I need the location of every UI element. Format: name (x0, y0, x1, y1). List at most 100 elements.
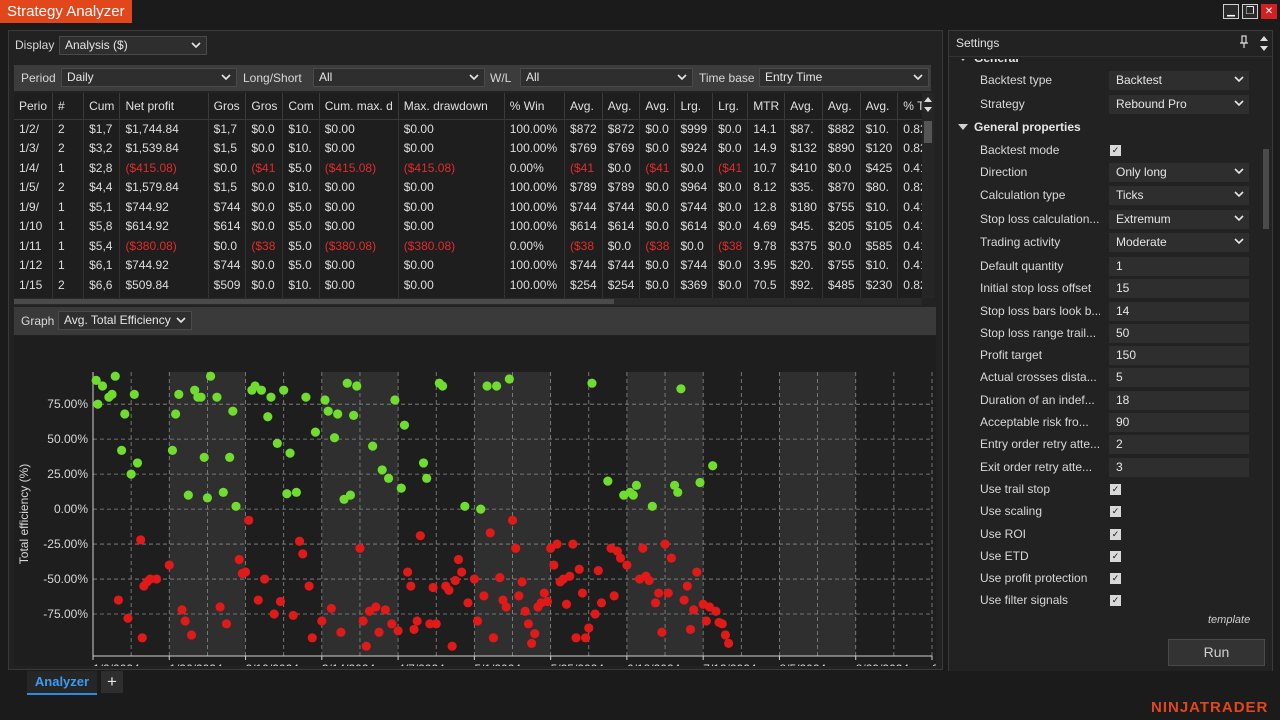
chevron-down-icon (221, 74, 231, 81)
scroll-down-icon[interactable] (924, 107, 932, 113)
column-header[interactable]: Lrg. (674, 93, 714, 120)
scroll-up-icon[interactable] (924, 96, 932, 102)
expand-triangle-icon[interactable] (958, 59, 968, 61)
timebase-select[interactable]: Entry Time (759, 68, 929, 87)
column-header[interactable]: Cum (83, 93, 121, 120)
settings-value: Rebound Pro (1116, 96, 1187, 111)
settings-row: Actual crosses dista... 5 (949, 366, 1259, 388)
period-select[interactable]: Daily (61, 68, 237, 87)
settings-select[interactable]: Ticks (1109, 186, 1249, 206)
settings-select[interactable]: Backtest (1109, 71, 1249, 91)
settings-input[interactable]: 1 (1109, 256, 1249, 276)
data-point (291, 487, 301, 497)
settings-input[interactable]: 15 (1109, 279, 1249, 299)
wl-select[interactable]: All (520, 68, 693, 87)
column-header[interactable]: Perio (14, 93, 54, 120)
column-header[interactable]: Net profit (119, 93, 209, 120)
table-row[interactable]: 1/4/1 $2,8 ($415.08) $0.0 ($41 $5.0 ($415.08)(… (14, 158, 934, 178)
table-row[interactable]: 1/12 1 $6,1 $744.92 $744 $0.0 $5.0 $0.00 $0.00 10… (14, 255, 934, 275)
column-header[interactable]: MTR (747, 93, 786, 120)
minimize-icon[interactable]: ▁ (1223, 4, 1239, 19)
settings-select[interactable]: Rebound Pro (1109, 94, 1249, 114)
graph-select[interactable]: Avg. Total Efficiency (58, 311, 192, 330)
column-header[interactable]: # (52, 93, 85, 120)
table-row[interactable]: 1/10 1 $5,8 $614.92 $614 $0.0 $5.0 $0.00 $0.00 10… (14, 216, 934, 236)
x-tick-label: 8/5/2024 (779, 662, 826, 666)
longshort-select[interactable]: All (313, 68, 485, 87)
run-button[interactable]: Run (1168, 639, 1265, 666)
table-vertical-scrollbar[interactable] (922, 93, 934, 298)
data-point (695, 477, 705, 488)
settings-scrollbar[interactable] (1261, 59, 1271, 631)
table-cell: $0.0 (245, 119, 284, 139)
column-header[interactable]: Gros (245, 93, 284, 120)
settings-row-label: Use trail stop (980, 481, 1051, 496)
restore-icon[interactable]: ❐ (1242, 4, 1258, 19)
column-header[interactable]: Gros (208, 93, 247, 120)
pin-icon[interactable] (1240, 35, 1248, 49)
column-header[interactable]: Avg. (639, 93, 676, 120)
scroll-down-icon[interactable] (1260, 46, 1268, 52)
tab-analyzer[interactable]: Analyzer (27, 671, 97, 695)
table-scroll-thumb[interactable] (924, 121, 932, 143)
settings-input[interactable]: 2 (1109, 435, 1249, 455)
column-header[interactable]: % Win (504, 93, 566, 120)
table-body: 1/2/2 $1,7 $1,744.84 $1,7 $0.0 $10. $0.00 $0.00… (14, 119, 934, 298)
settings-input[interactable]: 3 (1109, 457, 1249, 477)
checkbox[interactable]: ✓ (1110, 506, 1121, 518)
table-row[interactable]: 1/9/1 $5,1 $744.92 $744 $0.0 $5.0 $0.00 $0.00 10… (14, 197, 934, 217)
checkbox[interactable]: ✓ (1110, 144, 1121, 156)
settings-scroll-thumb[interactable] (1263, 149, 1269, 229)
settings-category[interactable]: General properties (949, 116, 1259, 138)
table-cell: $6,6 (83, 275, 121, 295)
settings-category[interactable]: General (949, 59, 1259, 69)
settings-input[interactable]: 90 (1109, 413, 1249, 432)
template-link[interactable]: template (1208, 614, 1250, 626)
checkbox[interactable]: ✓ (1110, 573, 1121, 585)
scroll-up-icon[interactable] (1260, 35, 1268, 41)
display-select-value: Analysis ($) (65, 38, 128, 52)
display-select[interactable]: Analysis ($) (59, 36, 207, 55)
table-row[interactable]: 1/11 1 $5,4 ($380.08) $0.0 ($38 $5.0 ($380.08)(… (14, 236, 934, 256)
expand-triangle-icon[interactable] (958, 124, 968, 131)
column-header[interactable]: Cum. max. d (319, 93, 399, 120)
column-header[interactable]: Avg. (602, 93, 641, 120)
settings-input[interactable]: 150 (1109, 346, 1249, 366)
column-header[interactable]: Max. drawdown (398, 93, 505, 120)
settings-select[interactable]: Extremum (1109, 209, 1249, 229)
table-hscroll-thumb[interactable] (14, 299, 614, 304)
table-row[interactable]: 1/15 2 $6,6 $509.84 $509 $0.0 $10. $0.00 $0.00 10… (14, 275, 934, 295)
table-cell: $0.0 (639, 216, 676, 236)
settings-input[interactable]: 5 (1109, 368, 1249, 388)
checkbox[interactable]: ✓ (1110, 595, 1121, 607)
performance-table[interactable]: Perio # Cum Net profit Gros Gros Com Cum. max. … (14, 93, 934, 298)
table-cell: 1 (52, 158, 85, 178)
table-cell: $755 (822, 197, 861, 217)
table-cell: 70.5 (747, 275, 786, 295)
table-row[interactable]: 1/3/2 $3,2 $1,539.84 $1,5 $0.0 $10. $0.00 $0.00… (14, 138, 934, 158)
settings-row: Use scaling ✓ (949, 500, 1259, 522)
column-header[interactable]: Avg. (784, 93, 823, 120)
table-cell: $1,579.84 (119, 177, 209, 197)
settings-input[interactable]: 50 (1109, 323, 1249, 343)
table-cell: ($41 (712, 158, 749, 178)
column-header[interactable]: Avg. (822, 93, 861, 120)
settings-input[interactable]: 18 (1109, 390, 1249, 410)
table-row[interactable]: 1/5/2 $4,4 $1,579.84 $1,5 $0.0 $10. $0.00 $0.00… (14, 177, 934, 197)
column-header[interactable]: Com (282, 93, 320, 120)
checkbox[interactable]: ✓ (1110, 483, 1121, 495)
close-icon[interactable]: ✕ (1261, 4, 1277, 19)
settings-select[interactable]: Moderate (1109, 233, 1249, 253)
column-header[interactable]: Lrg. (712, 93, 749, 120)
add-tab-button[interactable]: + (101, 671, 123, 693)
column-header[interactable]: Avg. (564, 93, 603, 120)
settings-input[interactable]: 14 (1109, 301, 1249, 321)
column-header[interactable]: Avg. (860, 93, 899, 120)
y-tick-label: -75.00% (43, 607, 88, 621)
settings-select[interactable]: Only long (1109, 162, 1249, 182)
table-cell: $924 (674, 138, 714, 158)
table-row[interactable]: 1/2/2 $1,7 $1,744.84 $1,7 $0.0 $10. $0.00 $0.00… (14, 119, 934, 139)
table-horizontal-scrollbar[interactable] (14, 298, 922, 305)
checkbox[interactable]: ✓ (1110, 550, 1121, 562)
checkbox[interactable]: ✓ (1110, 528, 1121, 540)
